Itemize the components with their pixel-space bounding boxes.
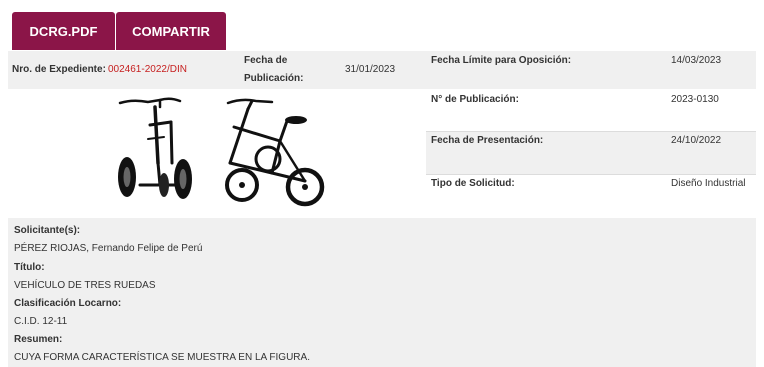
tricycle-side-view-icon: [225, 98, 325, 207]
details-band-right: [426, 218, 756, 367]
tricycle-front-view-icon: [118, 97, 192, 199]
fecha-limite-label: Fecha Límite para Oposición:: [431, 55, 572, 66]
clasificacion-label: Clasificación Locarno:: [14, 298, 122, 309]
solicitantes-label: Solicitante(s):: [14, 225, 81, 236]
titulo-label: Título:: [14, 262, 45, 273]
download-pdf-button[interactable]: DCRG.PDF: [12, 12, 115, 50]
numero-publicacion-value: 2023-0130: [671, 94, 719, 105]
resumen-label: Resumen:: [14, 334, 63, 345]
details-band: [8, 218, 426, 367]
solicitantes-value: PÉREZ RIOJAS, Fernando Felipe de Perú: [14, 243, 203, 254]
row-divider: [426, 174, 756, 175]
tipo-solicitud-value: Diseño Industrial: [671, 178, 746, 189]
fecha-publicacion-label: Fecha de: [244, 55, 288, 66]
resumen-value: CUYA FORMA CARACTERÍSTICA SE MUESTRA EN …: [14, 352, 310, 363]
action-bar: DCRG.PDF COMPARTIR: [12, 12, 226, 50]
share-button[interactable]: COMPARTIR: [116, 12, 226, 50]
titulo-value: VEHÍCULO DE TRES RUEDAS: [14, 280, 156, 291]
row-divider: [426, 131, 756, 132]
fecha-publicacion-label-cont: Publicación:: [244, 73, 304, 84]
clasificacion-value: C.I.D. 12-11: [14, 316, 68, 327]
numero-publicacion-label: N° de Publicación:: [431, 94, 519, 105]
fecha-publicacion-value: 31/01/2023: [345, 64, 396, 75]
design-image-front[interactable]: [108, 93, 206, 215]
fecha-presentacion-label: Fecha de Presentación:: [431, 135, 544, 146]
fecha-presentacion-value: 24/10/2022: [671, 135, 722, 146]
fecha-limite-value: 14/03/2023: [671, 55, 722, 66]
tipo-solicitud-label: Tipo de Solicitud:: [431, 178, 515, 189]
expediente-value[interactable]: 002461-2022/DIN: [108, 64, 187, 75]
design-image-side[interactable]: [212, 93, 334, 215]
expediente-label: Nro. de Expediente:: [12, 64, 106, 75]
